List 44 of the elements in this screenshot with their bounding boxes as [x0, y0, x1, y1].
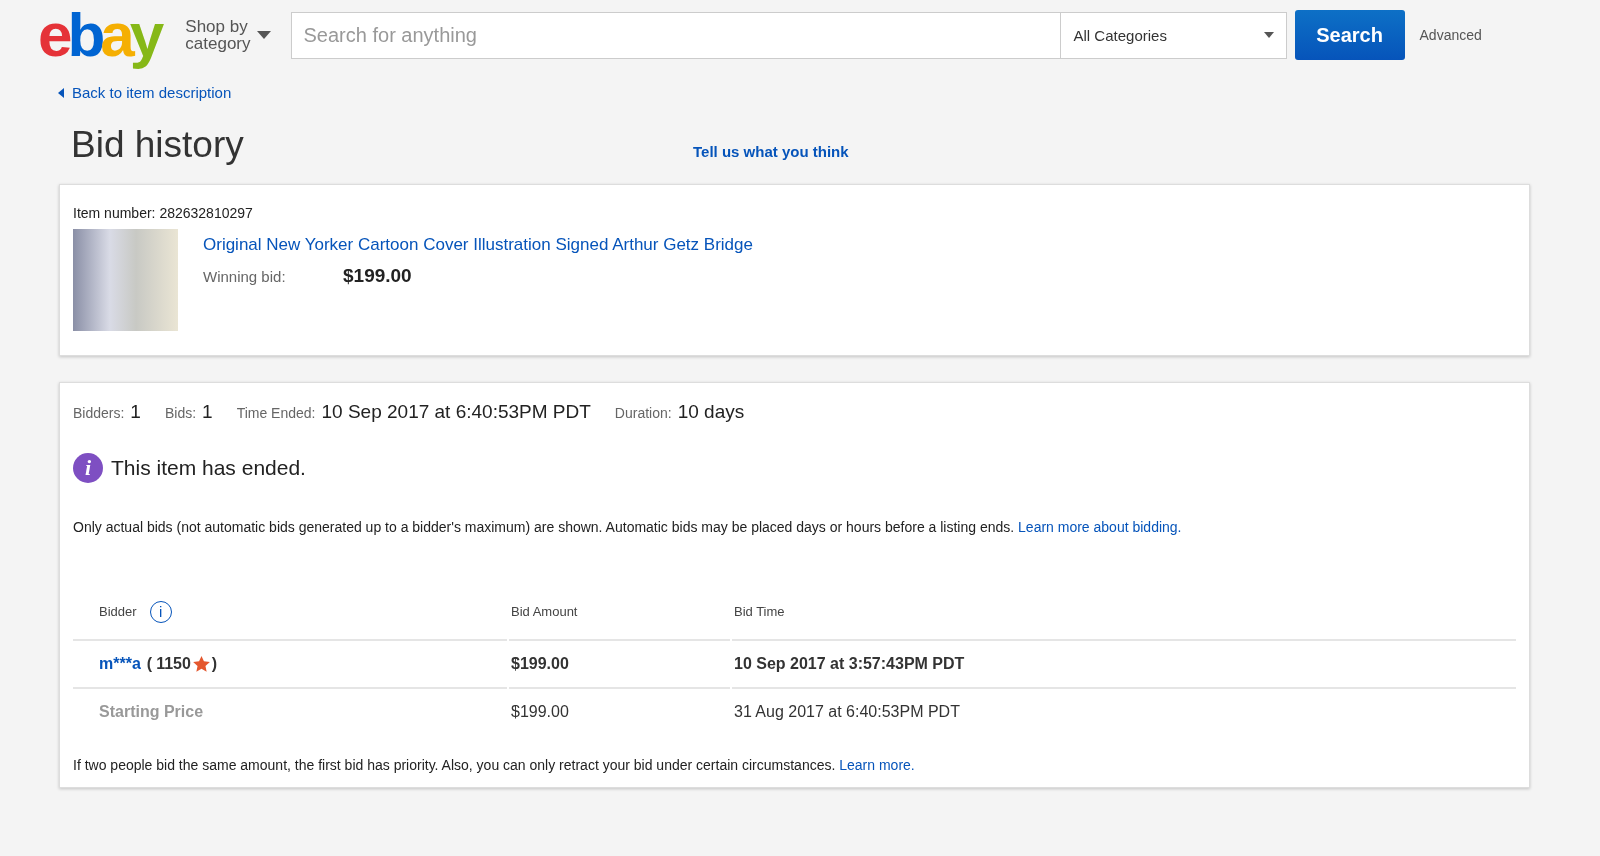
caret-icon	[1263, 32, 1274, 38]
summary-value: 10 days	[677, 400, 745, 423]
column-header: Bidder	[99, 604, 137, 619]
info-icon: i	[73, 452, 103, 483]
item-number-label: Item number:	[73, 204, 156, 221]
summary-label: Bids:	[164, 404, 197, 421]
winning-bid-amount: $199.00	[343, 264, 412, 287]
column-header: Bid Time	[734, 604, 785, 619]
summary-value: 1	[130, 400, 141, 423]
shop-by-category-button[interactable]: Shop by category	[185, 18, 271, 52]
summary-label: Time Ended:	[236, 404, 316, 421]
page-title: Bid history	[71, 123, 245, 166]
caret-icon	[256, 31, 271, 39]
summary-value: 10 Sep 2017 at 6:40:53PM PDT	[321, 400, 591, 423]
table-cell: $199.00	[511, 654, 569, 673]
item-title-link[interactable]: Original New Yorker Cartoon Cover Illustration Signed Arthur Getz Bridge	[203, 234, 753, 255]
column-header: Bid Amount	[511, 604, 578, 619]
bidder-link[interactable]: m***a	[99, 654, 141, 673]
learn-more-link[interactable]: Learn more about bidding.	[1018, 518, 1182, 535]
paren: (	[146, 654, 153, 673]
summary-label: Duration:	[614, 404, 672, 421]
feedback-link[interactable]: Tell us what you think	[693, 142, 849, 160]
back-link[interactable]: Back to item description	[58, 84, 232, 101]
summary-label: Bidders:	[73, 404, 125, 421]
table-cell: Starting Price	[99, 702, 204, 721]
retraction-note: If two people bid the same amount, the first bid has priority. Also, you can only retract your bid under certain circumstances. Learn more.	[73, 756, 916, 773]
feedback-score: 1150	[156, 654, 191, 673]
paren: )	[211, 654, 218, 673]
table-cell: 31 Aug 2017 at 6:40:53PM PDT	[734, 702, 960, 721]
ended-notice: This item has ended.	[111, 455, 306, 480]
search-field[interactable]: Search for anything	[290, 11, 1061, 59]
summary-value: 1	[202, 400, 213, 423]
item-number: 282632810297	[159, 204, 253, 221]
table-cell: $199.00	[511, 702, 569, 721]
category-dropdown[interactable]: All Categories	[1060, 11, 1287, 59]
star-icon	[192, 655, 210, 672]
ebay-logo[interactable]: ebay	[38, 0, 166, 71]
search-button[interactable]: Search	[1294, 10, 1405, 60]
bidding-explanation: Only actual bids (not automatic bids generated up to a bidder's maximum) are shown. Automatic bids may be placed days or hours before a listing ends. Learn more about bidding.	[73, 518, 1183, 535]
winning-bid-label: Winning bid:	[203, 267, 287, 285]
table-cell: 10 Sep 2017 at 3:57:43PM PDT	[734, 654, 965, 673]
advanced-link[interactable]: Advanced	[1419, 27, 1482, 43]
learn-more-link[interactable]: Learn more.	[839, 756, 915, 773]
caret-icon	[58, 87, 64, 98]
